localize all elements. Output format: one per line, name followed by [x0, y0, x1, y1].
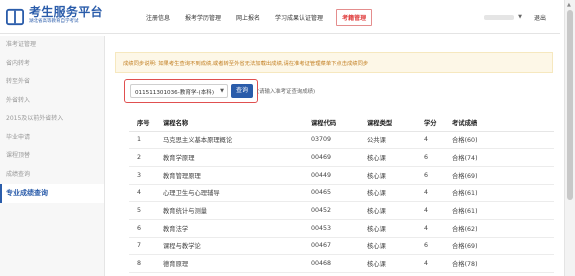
cell-seq: 6	[129, 219, 159, 238]
cell-course-name: 教育学原理	[159, 148, 311, 167]
cell-exam-score: 合格(61)	[452, 184, 554, 203]
cell-course-type: 核心课	[367, 166, 424, 185]
cell-credits: 4	[424, 131, 452, 150]
user-area: ▼ 退出	[484, 0, 546, 34]
sidebar-item-in-province-transfer[interactable]: 省内转考	[0, 55, 104, 74]
cell-course-code: 00467	[311, 237, 367, 256]
cell-course-name: 教育法学	[159, 219, 311, 238]
major-select[interactable]: 011511301036-教育学-(本科) ▼	[130, 84, 228, 98]
cell-seq: 2	[129, 148, 159, 167]
query-button[interactable]: 查询	[231, 84, 253, 98]
cell-exam-score: 合格(69)	[452, 166, 554, 185]
cell-course-code: 00468	[311, 254, 367, 273]
sidebar-item-admission-ticket[interactable]: 准考证管理	[0, 36, 104, 55]
scroll-up-arrow-icon[interactable]: ▲	[567, 2, 571, 8]
sidebar-item-transfer-out[interactable]: 转至外省	[0, 73, 104, 92]
cell-credits: 4	[424, 201, 452, 220]
nav-prior-education[interactable]: 报考学历管理	[183, 10, 223, 25]
cell-credits: 6	[424, 148, 452, 167]
chevron-down-icon: ▼	[220, 88, 224, 94]
nav-online-signup[interactable]: 网上报名	[234, 10, 262, 25]
sidebar: 准考证管理 省内转考 转至外省 外省转入 2015及以前外省转入 毕业申请 课程…	[0, 36, 105, 276]
user-menu-chevron-icon[interactable]: ▼	[518, 14, 522, 20]
cell-exam-score: 合格(78)	[452, 254, 554, 273]
table-row: 8 德育原理 00468 核心课 4 合格(78)	[129, 254, 554, 273]
cell-seq: 5	[129, 201, 159, 220]
cell-exam-score: 合格(60)	[452, 131, 554, 150]
user-name-redacted[interactable]	[484, 14, 515, 20]
nav-registration-info[interactable]: 注册信息	[144, 10, 172, 25]
cell-seq: 8	[129, 254, 159, 273]
cell-credits: 6	[424, 166, 452, 185]
column-header-course-name: 课程名称	[159, 114, 311, 132]
table-row: 3 教育管理原理 00449 核心课 6 合格(69)	[129, 166, 554, 185]
cell-seq: 3	[129, 166, 159, 185]
book-logo-icon	[6, 8, 24, 26]
sidebar-item-course-substitution[interactable]: 课程顶替	[0, 147, 104, 166]
sidebar-item-legacy-transfer-in[interactable]: 2015及以前外省转入	[0, 110, 104, 129]
cell-course-type: 核心课	[367, 148, 424, 167]
query-hint: (请输入准考证查询成绩)	[257, 89, 316, 95]
cell-course-name: 德育原理	[159, 254, 311, 273]
cell-seq: 7	[129, 237, 159, 256]
cell-course-type: 公共课	[367, 131, 424, 150]
table-row: 1 马克思主义基本原理概论 03709 公共课 4 合格(60)	[129, 131, 554, 150]
nav-credit-certification[interactable]: 学习成果认证管理	[273, 10, 325, 25]
sidebar-item-major-score-query[interactable]: 专业成绩查询	[0, 184, 104, 203]
cell-course-name: 课程与教学论	[159, 237, 311, 256]
cell-course-type: 核心课	[367, 237, 424, 256]
main-nav: 注册信息 报考学历管理 网上报名 学习成果认证管理 考籍管理	[144, 0, 383, 34]
column-header-exam-score: 考试成绩	[452, 114, 554, 132]
cell-course-type: 核心课	[367, 184, 424, 203]
cell-credits: 4	[424, 219, 452, 238]
cell-credits: 4	[424, 254, 452, 273]
cell-credits: 4	[424, 184, 452, 203]
cell-course-code: 00465	[311, 184, 367, 203]
column-header-seq: 序号	[129, 114, 159, 132]
cell-course-type: 核心课	[367, 201, 424, 220]
cell-exam-score: 合格(61)	[452, 201, 554, 220]
logo[interactable]: 考生服务平台 湖北省高等教育自学考试	[6, 6, 103, 30]
cell-seq: 4	[129, 184, 159, 203]
cell-course-code: 00469	[311, 148, 367, 167]
scroll-thumb[interactable]	[567, 10, 573, 200]
cell-course-type: 核心课	[367, 219, 424, 238]
top-header: 考生服务平台 湖北省高等教育自学考试 注册信息 报考学历管理 网上报名 学习成果…	[0, 0, 560, 34]
cell-course-type: 核心课	[367, 254, 424, 273]
cell-course-name: 教育管理原理	[159, 166, 311, 185]
table-header-row: 序号 课程名称 课程代码 课程类型 学分 考试成绩	[129, 114, 554, 132]
cell-course-code: 00449	[311, 166, 367, 185]
column-header-credits: 学分	[424, 114, 452, 132]
sidebar-item-transfer-in[interactable]: 外省转入	[0, 92, 104, 111]
column-header-course-type: 课程类型	[367, 114, 424, 132]
cell-course-name: 教育统计与测量	[159, 201, 311, 220]
score-table: 序号 课程名称 课程代码 课程类型 学分 考试成绩 1 马克思主义基本原理概论 …	[129, 114, 554, 273]
cell-seq: 1	[129, 131, 159, 150]
cell-course-code: 00453	[311, 219, 367, 238]
cell-exam-score: 合格(74)	[452, 148, 554, 167]
table-row: 4 心理卫生与心理辅导 00465 核心课 4 合格(61)	[129, 184, 554, 203]
table-row: 2 教育学原理 00469 核心课 6 合格(74)	[129, 148, 554, 167]
cell-course-code: 03709	[311, 131, 367, 150]
sidebar-item-score-query[interactable]: 成绩查询	[0, 166, 104, 185]
column-header-course-code: 课程代码	[311, 114, 367, 132]
table-row: 5 教育统计与测量 00452 核心课 4 合格(61)	[129, 201, 554, 220]
logo-title: 考生服务平台	[29, 5, 103, 19]
cell-exam-score: 合格(69)	[452, 237, 554, 256]
nav-exam-records[interactable]: 考籍管理	[336, 8, 373, 26]
table-row: 7 课程与教学论 00467 核心课 6 合格(69)	[129, 237, 554, 256]
cell-course-code: 00452	[311, 201, 367, 220]
cell-course-name: 心理卫生与心理辅导	[159, 184, 311, 203]
logo-subtitle: 湖北省高等教育自学考试	[29, 19, 79, 24]
logout-link[interactable]: 退出	[534, 13, 546, 22]
table-row: 6 教育法学 00453 核心课 4 合格(62)	[129, 219, 554, 238]
sync-notice-text: 成绩同步说明: 如果考生查询不到成绩,或者转至外省无法加载出成绩,请在准考证管理…	[123, 61, 369, 67]
page-scrollbar[interactable]: ▲	[564, 0, 575, 276]
cell-exam-score: 合格(62)	[452, 219, 554, 238]
sidebar-item-graduation[interactable]: 毕业申请	[0, 129, 104, 148]
major-select-value: 011511301036-教育学-(本科)	[135, 90, 215, 96]
sync-notice: 成绩同步说明: 如果考生查询不到成绩,或者转至外省无法加载出成绩,请在准考证管理…	[115, 52, 553, 73]
cell-course-name: 马克思主义基本原理概论	[159, 131, 311, 150]
cell-credits: 6	[424, 237, 452, 256]
